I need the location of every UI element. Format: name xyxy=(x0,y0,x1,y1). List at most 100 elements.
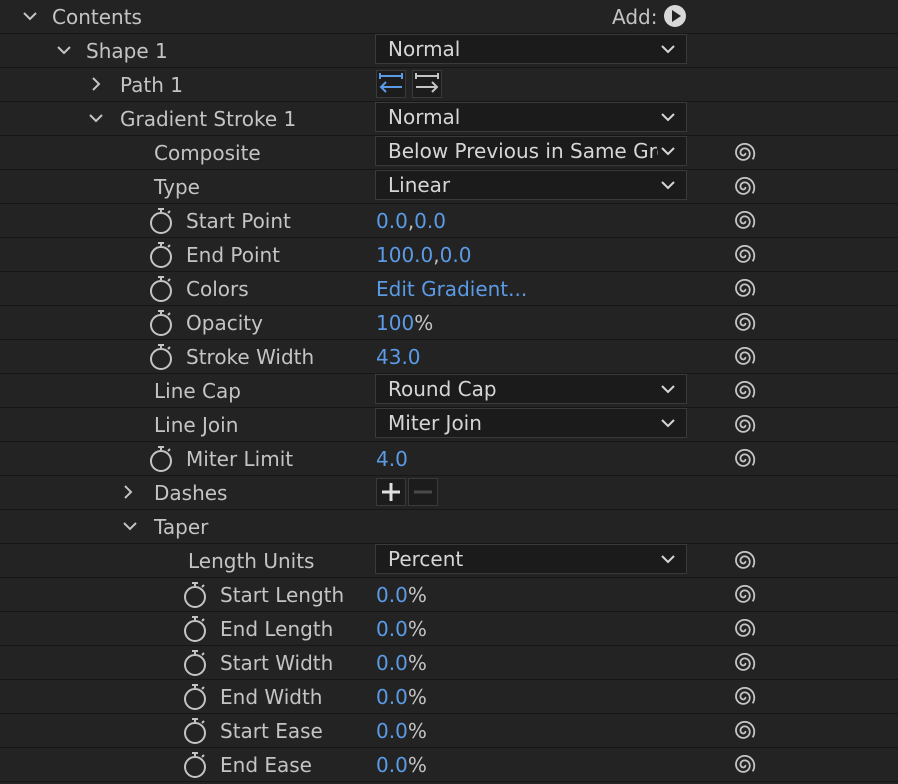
stopwatch-icon[interactable] xyxy=(148,445,174,473)
stopwatch-icon[interactable] xyxy=(148,309,174,337)
spiral-icon[interactable] xyxy=(732,379,756,403)
end-ease-label: End Ease xyxy=(220,753,312,777)
end-point-y[interactable]: 0.0 xyxy=(440,243,472,267)
chevron-down-icon[interactable] xyxy=(120,515,140,537)
path-direction-button[interactable] xyxy=(376,70,406,98)
opacity-value[interactable]: 100 xyxy=(376,311,414,335)
chevron-right-icon[interactable] xyxy=(118,481,138,503)
start-point-y[interactable]: 0.0 xyxy=(414,209,446,233)
edit-gradient-link[interactable]: Edit Gradient... xyxy=(376,276,527,302)
end-point-x[interactable]: 100.0 xyxy=(376,243,433,267)
start-ease-unit: % xyxy=(407,719,427,743)
start-width-value-group: 0.0% xyxy=(376,650,427,676)
stopwatch-icon[interactable] xyxy=(182,581,208,609)
composite-label: Composite xyxy=(154,141,261,165)
opacity-label: Opacity xyxy=(186,311,263,335)
end-length-value[interactable]: 0.0 xyxy=(376,617,408,641)
stopwatch-icon[interactable] xyxy=(148,275,174,303)
remove-dash-button[interactable] xyxy=(408,478,438,506)
type-row: Type Linear xyxy=(0,170,898,204)
chevron-down-icon[interactable] xyxy=(86,107,106,129)
colors-label: Colors xyxy=(186,277,249,301)
stopwatch-icon[interactable] xyxy=(148,343,174,371)
spiral-icon[interactable] xyxy=(732,447,756,471)
spiral-icon[interactable] xyxy=(732,753,756,777)
chevron-down-icon xyxy=(660,417,676,429)
end-ease-value-group: 0.0% xyxy=(376,752,427,778)
gradient-stroke-blend-mode-dropdown[interactable]: Normal xyxy=(375,102,687,132)
spiral-icon[interactable] xyxy=(732,209,756,233)
line-join-label: Line Join xyxy=(154,413,239,437)
length-units-row: Length Units Percent xyxy=(0,544,898,578)
taper-label: Taper xyxy=(154,515,209,539)
composite-row: Composite Below Previous in Same Group xyxy=(0,136,898,170)
start-ease-value[interactable]: 0.0 xyxy=(376,719,408,743)
dashes-row: Dashes xyxy=(0,476,898,510)
start-ease-row: Start Ease 0.0% xyxy=(0,714,898,748)
start-ease-value-group: 0.0% xyxy=(376,718,427,744)
start-width-unit: % xyxy=(407,651,427,675)
stopwatch-icon[interactable] xyxy=(182,683,208,711)
composite-dropdown[interactable]: Below Previous in Same Group xyxy=(375,136,687,166)
dropdown-value: Linear xyxy=(388,173,451,197)
spiral-icon[interactable] xyxy=(732,243,756,267)
miter-limit-value[interactable]: 4.0 xyxy=(376,446,408,472)
end-ease-value[interactable]: 0.0 xyxy=(376,753,408,777)
end-width-unit: % xyxy=(407,685,427,709)
miter-limit-row: Miter Limit 4.0 xyxy=(0,442,898,476)
end-ease-row: End Ease 0.0% xyxy=(0,748,898,782)
length-units-dropdown[interactable]: Percent xyxy=(375,544,687,574)
stopwatch-icon[interactable] xyxy=(148,207,174,235)
line-join-row: Line Join Miter Join xyxy=(0,408,898,442)
stopwatch-icon[interactable] xyxy=(182,615,208,643)
line-join-dropdown[interactable]: Miter Join xyxy=(375,408,687,438)
chevron-right-icon[interactable] xyxy=(86,73,106,95)
spiral-icon[interactable] xyxy=(732,311,756,335)
start-length-value[interactable]: 0.0 xyxy=(376,583,408,607)
spiral-icon[interactable] xyxy=(732,345,756,369)
shape-blend-mode-dropdown[interactable]: Normal xyxy=(375,34,687,64)
spiral-icon[interactable] xyxy=(732,651,756,675)
start-point-x[interactable]: 0.0 xyxy=(376,209,408,233)
gradient-stroke-row: Gradient Stroke 1 Normal xyxy=(0,102,898,136)
dropdown-value: Round Cap xyxy=(388,377,497,401)
end-point-label: End Point xyxy=(186,243,281,267)
reverse-path-button[interactable] xyxy=(412,70,442,98)
stopwatch-icon[interactable] xyxy=(182,751,208,779)
chevron-down-icon xyxy=(660,383,676,395)
stopwatch-icon[interactable] xyxy=(182,717,208,745)
add-dash-button[interactable] xyxy=(376,478,406,506)
spiral-icon[interactable] xyxy=(732,583,756,607)
end-length-label: End Length xyxy=(220,617,334,641)
spiral-icon[interactable] xyxy=(732,549,756,573)
stroke-width-value[interactable]: 43.0 xyxy=(376,344,421,370)
start-length-value-group: 0.0% xyxy=(376,582,427,608)
shape-row: Shape 1 Normal xyxy=(0,34,898,68)
spiral-icon[interactable] xyxy=(732,617,756,641)
chevron-down-icon[interactable] xyxy=(20,5,40,27)
stopwatch-icon[interactable] xyxy=(148,241,174,269)
chevron-down-icon xyxy=(660,179,676,191)
type-dropdown[interactable]: Linear xyxy=(375,170,687,200)
chevron-down-icon[interactable] xyxy=(54,39,74,61)
start-length-unit: % xyxy=(407,583,427,607)
stroke-width-label: Stroke Width xyxy=(186,345,315,369)
spiral-icon[interactable] xyxy=(732,141,756,165)
start-width-row: Start Width 0.0% xyxy=(0,646,898,680)
spiral-icon[interactable] xyxy=(732,413,756,437)
chevron-down-icon xyxy=(660,111,676,123)
spiral-icon[interactable] xyxy=(732,175,756,199)
line-cap-dropdown[interactable]: Round Cap xyxy=(375,374,687,404)
spiral-icon[interactable] xyxy=(732,277,756,301)
end-width-value[interactable]: 0.0 xyxy=(376,685,408,709)
stopwatch-icon[interactable] xyxy=(182,649,208,677)
spiral-icon[interactable] xyxy=(732,719,756,743)
chevron-down-icon xyxy=(660,553,676,565)
end-point-row: End Point 100.0,0.0 xyxy=(0,238,898,272)
dropdown-value: Miter Join xyxy=(388,411,482,435)
dropdown-value: Normal xyxy=(388,105,461,129)
timeline-contents-panel: Contents Add: Shape 1 Normal Path 1 Grad… xyxy=(0,0,898,784)
play-circle-icon[interactable] xyxy=(662,3,688,29)
start-width-value[interactable]: 0.0 xyxy=(376,651,408,675)
spiral-icon[interactable] xyxy=(732,685,756,709)
